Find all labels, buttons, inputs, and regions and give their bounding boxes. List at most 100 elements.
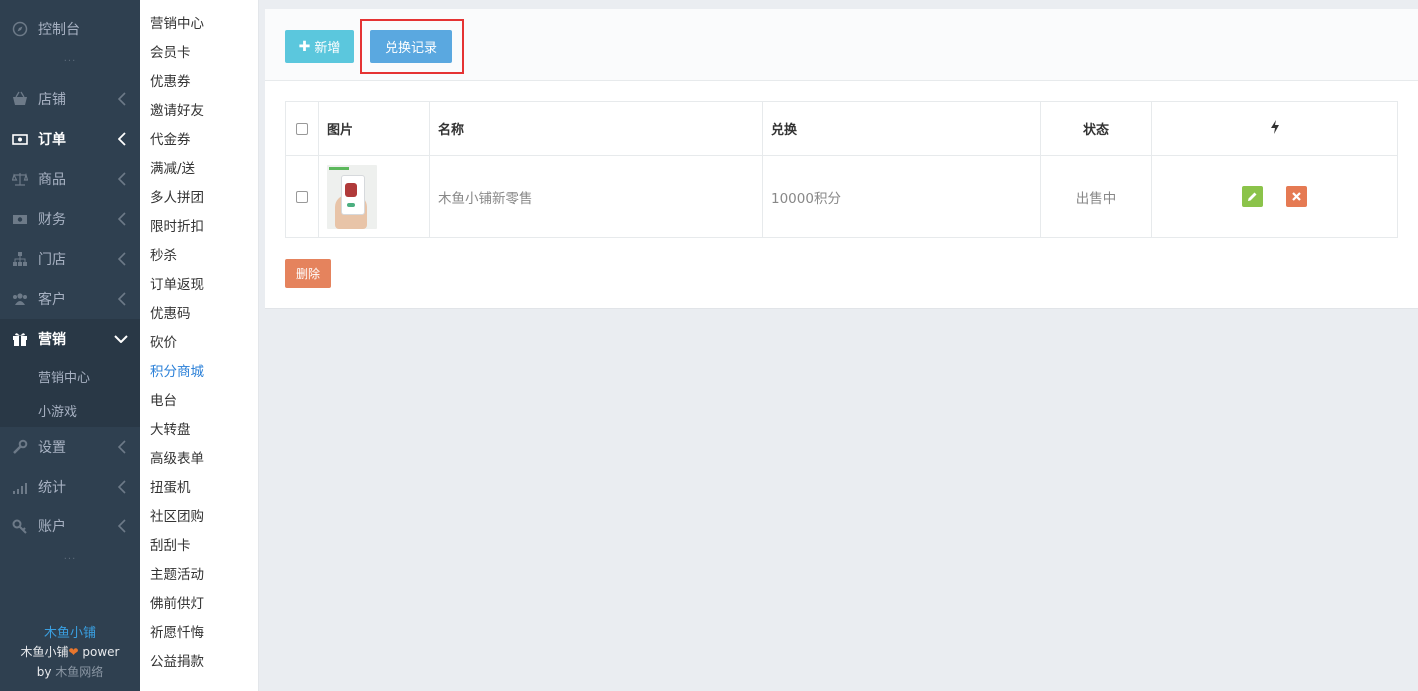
chevron-left-icon [118, 252, 126, 266]
nav-stats[interactable]: 统计 [0, 467, 140, 507]
batch-delete-label: 删除 [295, 267, 320, 281]
brand-name[interactable]: 木鱼小铺 [0, 622, 140, 641]
scale-icon [12, 171, 28, 187]
close-icon [1291, 192, 1301, 201]
toolbar: ✚ 新增 兑换记录 [265, 9, 1418, 81]
header-actions [1151, 101, 1398, 156]
submenu-item[interactable]: 社区团购 [150, 507, 204, 527]
submenu-item[interactable]: 优惠码 [150, 304, 191, 324]
batch-delete-button[interactable]: 删除 [285, 259, 331, 288]
submenu-item[interactable]: 邀请好友 [150, 101, 204, 121]
submenu-item[interactable]: 高级表单 [150, 449, 204, 469]
signal-icon [12, 479, 28, 495]
nav-settings[interactable]: 设置 [0, 427, 140, 467]
nav-account-label: 账户 [38, 519, 66, 535]
nav-finance[interactable]: 财务 [0, 199, 140, 239]
gift-icon [12, 331, 28, 347]
select-all-checkbox[interactable] [296, 122, 308, 135]
nav-shops[interactable]: 门店 [0, 239, 140, 279]
cash-icon [12, 211, 28, 227]
add-button[interactable]: ✚ 新增 [285, 30, 354, 63]
money-icon [12, 131, 28, 147]
divider-dots: ··· [63, 554, 77, 565]
row-exchange: 10000积分 [762, 155, 1041, 238]
exchange-record-label: 兑换记录 [384, 41, 437, 56]
submenu-item[interactable]: 满减/送 [150, 159, 195, 179]
wrench-icon [12, 439, 28, 455]
nav-console-label: 控制台 [38, 22, 80, 38]
bolt-icon [1270, 119, 1279, 134]
submenu-item[interactable]: 佛前供灯 [150, 594, 204, 614]
nav-settings-label: 设置 [38, 440, 66, 456]
nav-finance-label: 财务 [38, 212, 66, 228]
chevron-left-icon [118, 92, 126, 106]
nav-customers[interactable]: 客户 [0, 279, 140, 319]
left-sidebar: 控制台 ··· 店铺 订单 商品 财务 门店 客户 营销 营销中心 小游戏 设置… [0, 0, 140, 691]
row-image-cell [318, 155, 430, 238]
row-actions [1151, 155, 1398, 238]
nav-console[interactable]: 控制台 [0, 10, 140, 48]
power-line: 木鱼小铺❤ power [20, 645, 120, 659]
submenu-item[interactable]: 营销中心 [150, 14, 204, 34]
nav-customers-label: 客户 [38, 292, 66, 308]
nav-goods[interactable]: 商品 [0, 159, 140, 199]
chevron-left-icon [118, 292, 126, 306]
by-line: by 木鱼网络 [36, 665, 104, 679]
exchange-record-button[interactable]: 兑换记录 [370, 30, 452, 63]
submenu-item[interactable]: 订单返现 [150, 275, 204, 295]
nav-orders[interactable]: 订单 [0, 119, 140, 159]
chevron-down-icon [114, 335, 128, 343]
pencil-icon [1248, 192, 1257, 201]
nav-sub-marketing-center[interactable]: 营销中心 [20, 359, 140, 393]
chevron-left-icon [118, 132, 126, 146]
sitemap-icon [12, 251, 28, 267]
chevron-left-icon [118, 480, 126, 494]
header-image: 图片 [318, 101, 430, 156]
nav-orders-label: 订单 [38, 132, 66, 148]
nav-stats-label: 统计 [38, 480, 66, 496]
add-button-label: 新增 [314, 41, 341, 56]
users-icon [12, 291, 28, 307]
nav-marketing[interactable]: 营销 [0, 319, 140, 359]
nav-store-label: 店铺 [38, 92, 66, 108]
submenu-item[interactable]: 主题活动 [150, 565, 204, 585]
row-checkbox[interactable] [296, 190, 308, 203]
submenu-item[interactable]: 优惠券 [150, 72, 191, 92]
divider-dots: ··· [63, 56, 77, 67]
product-thumbnail[interactable] [327, 164, 377, 229]
submenu-item[interactable]: 多人拼团 [150, 188, 204, 208]
submenu-item[interactable]: 秒杀 [150, 246, 177, 266]
nav-sub-mini-games[interactable]: 小游戏 [20, 393, 140, 427]
remove-button[interactable] [1285, 186, 1307, 207]
submenu-item[interactable]: 积分商城 [150, 362, 204, 382]
basket-icon [12, 91, 28, 107]
submenu-item[interactable]: 祈愿忏悔 [150, 623, 204, 643]
goods-table: 图片 名称 兑换 状态 木鱼小铺新零售 10000积分 出售中 [285, 101, 1398, 238]
key-icon [12, 518, 28, 534]
submenu-item[interactable]: 刮刮卡 [150, 536, 191, 556]
submenu-item[interactable]: 会员卡 [150, 43, 191, 63]
nav-shops-label: 门店 [38, 252, 66, 268]
header-name: 名称 [429, 101, 763, 156]
nav-marketing-label: 营销 [38, 332, 66, 348]
nav-account[interactable]: 账户 [0, 506, 140, 546]
submenu-item[interactable]: 公益捐款 [150, 652, 204, 672]
edit-button[interactable] [1242, 186, 1264, 207]
chevron-left-icon [118, 212, 126, 226]
marketing-submenu: 营销中心会员卡优惠券邀请好友代金券满减/送多人拼团限时折扣秒杀订单返现优惠码砍价… [140, 0, 259, 691]
submenu-item[interactable]: 电台 [150, 391, 177, 411]
heart-icon: ❤ [68, 645, 79, 659]
row-status: 出售中 [1040, 155, 1152, 238]
nav-store[interactable]: 店铺 [0, 79, 140, 119]
submenu-item[interactable]: 代金券 [150, 130, 191, 150]
submenu-item[interactable]: 限时折扣 [150, 217, 204, 237]
submenu-item[interactable]: 砍价 [150, 333, 177, 353]
chevron-left-icon [118, 440, 126, 454]
nav-goods-label: 商品 [38, 172, 66, 188]
submenu-item[interactable]: 大转盘 [150, 420, 191, 440]
submenu-item[interactable]: 扭蛋机 [150, 478, 191, 498]
chevron-left-icon [118, 519, 126, 533]
compass-icon [12, 21, 28, 37]
table-header-row: 图片 名称 兑换 状态 [285, 101, 1398, 156]
header-exchange: 兑换 [762, 101, 1041, 156]
